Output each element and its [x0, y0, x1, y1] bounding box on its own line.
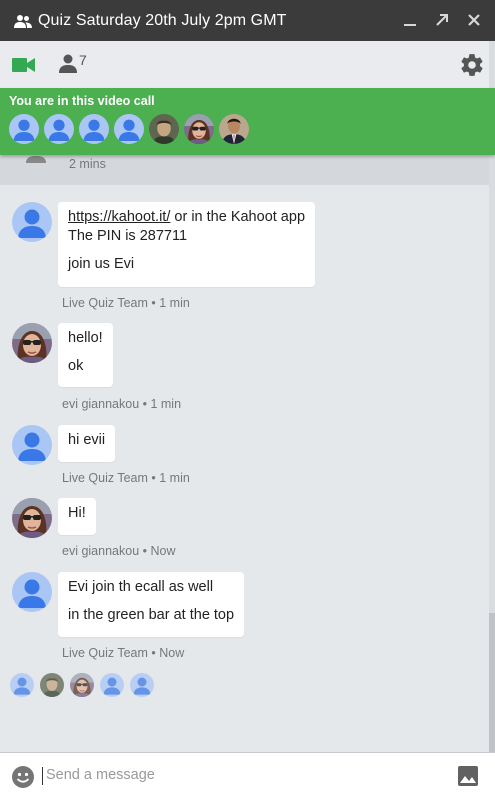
participant-avatar[interactable] [44, 114, 74, 144]
popout-icon [436, 14, 448, 26]
participant-avatar[interactable] [114, 114, 144, 144]
popout-button[interactable] [433, 11, 451, 29]
message-text: Evi join th ecall as well [68, 579, 214, 595]
message-text: in the green bar at the top [68, 607, 235, 623]
message-meta: Live Quiz Team • Now [62, 646, 185, 660]
tab-bar: 7 [0, 41, 495, 88]
read-receipt-avatar[interactable] [10, 673, 34, 697]
message-meta: Live Quiz Team • 1 min [62, 296, 190, 310]
message-list[interactable]: 2 mins https://kahoot.it/ or in the Kaho… [0, 155, 489, 752]
person-icon [59, 54, 77, 73]
scrollbar-thumb[interactable] [489, 613, 495, 752]
message-text: Hi! [68, 505, 86, 521]
conversation-title: Quiz Saturday 20th July 2pm GMT [38, 11, 287, 29]
message-meta: evi giannakou • 1 min [62, 397, 182, 411]
message-bubble: Hi! [58, 498, 96, 535]
sender-avatar[interactable] [12, 202, 52, 242]
read-receipt-avatar[interactable] [70, 673, 94, 697]
sender-avatar[interactable] [12, 323, 52, 363]
video-call-label: You are in this video call [9, 94, 155, 108]
message-meta: Live Quiz Team • 1 min [62, 471, 190, 485]
video-call-banner[interactable]: You are in this video call [0, 88, 495, 155]
message-text: or in the Kahoot app [170, 209, 306, 225]
participant-avatar[interactable] [219, 114, 249, 144]
message-text: ok [68, 358, 84, 374]
settings-button[interactable] [459, 52, 485, 83]
event-time: 2 mins [69, 157, 106, 171]
sender-avatar[interactable] [12, 498, 52, 538]
message-input[interactable] [46, 763, 436, 787]
minimize-icon [404, 24, 416, 26]
video-call-participants [9, 114, 249, 144]
gear-icon [461, 54, 483, 76]
message-bubble: Evi join th ecall as well in the green b… [58, 572, 245, 637]
group-icon [14, 14, 32, 28]
message-bubble: https://kahoot.it/ or in the Kahoot app … [58, 202, 316, 287]
tab-people[interactable]: 7 [58, 52, 87, 73]
text-caret [42, 767, 43, 785]
videocam-icon [12, 58, 35, 72]
minimize-button[interactable] [401, 11, 419, 29]
smiley-icon[interactable] [11, 765, 35, 789]
add-person-icon [26, 156, 46, 163]
participant-avatar[interactable] [9, 114, 39, 144]
message-text: The PIN is 287711 [68, 228, 188, 244]
participant-count: 7 [79, 52, 87, 68]
message-text: join us Evi [68, 256, 135, 272]
previous-event: 2 mins [0, 155, 489, 185]
composer [0, 752, 495, 797]
message-text: hi evii [68, 432, 106, 448]
participant-avatar[interactable] [79, 114, 109, 144]
message-bubble: hi evii [58, 425, 116, 462]
sender-avatar[interactable] [12, 425, 52, 465]
close-button[interactable] [465, 11, 483, 29]
title-bar: Quiz Saturday 20th July 2pm GMT [0, 0, 495, 41]
message-bubble: hello! ok [58, 323, 113, 387]
kahoot-link[interactable]: https://kahoot.it/ [68, 209, 170, 225]
read-receipt-avatar[interactable] [40, 673, 64, 697]
close-icon [468, 14, 480, 26]
participant-avatar[interactable] [149, 114, 179, 144]
message-text: hello! [68, 330, 103, 346]
image-icon[interactable] [458, 766, 478, 786]
read-receipts [10, 673, 154, 697]
read-receipt-avatar[interactable] [100, 673, 124, 697]
message-meta: evi giannakou • Now [62, 544, 176, 558]
participant-avatar[interactable] [184, 114, 214, 144]
read-receipt-avatar[interactable] [130, 673, 154, 697]
tab-video-call[interactable] [12, 58, 36, 77]
sender-avatar[interactable] [12, 572, 52, 612]
